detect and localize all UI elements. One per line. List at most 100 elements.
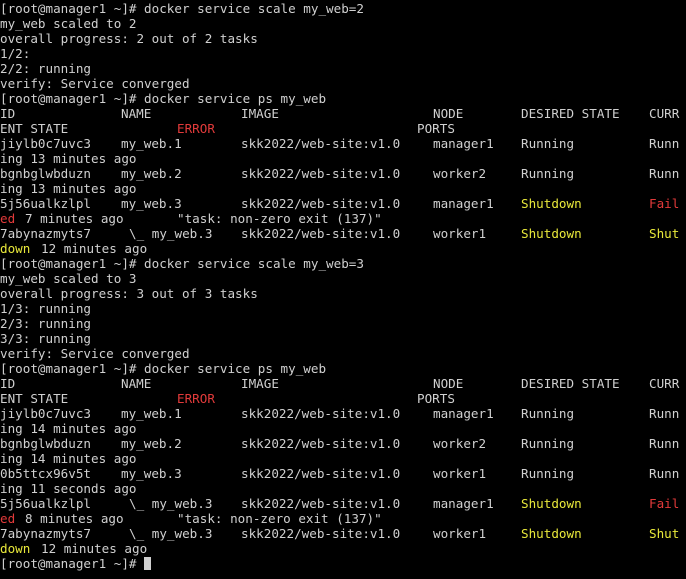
terminal-text: manager1 [433, 406, 494, 421]
terminal-text: Shut [649, 226, 680, 241]
terminal-text: DESIRED STATE [521, 106, 620, 121]
terminal-line: [root@manager1 ~]# [0, 556, 686, 571]
terminal-text: ENT STATE [0, 121, 69, 136]
terminal-text: DESIRED STATE [521, 376, 620, 391]
terminal-text: down [0, 541, 31, 556]
terminal-text: Runn [649, 436, 680, 451]
terminal-text: [root@manager1 ~]# docker service ps my_… [0, 361, 327, 376]
terminal-line: [root@manager1 ~]# docker service ps my_… [0, 361, 686, 376]
terminal-text: CURR [649, 376, 680, 391]
terminal-text: 8 minutes ago [25, 511, 124, 526]
terminal-text: Runn [649, 406, 680, 421]
terminal-text: [root@manager1 ~]# docker service scale … [0, 256, 364, 271]
terminal-line: my_web scaled to 2 [0, 16, 686, 31]
terminal-text: ERROR [177, 391, 215, 406]
terminal-text: ENT STATE [0, 391, 69, 406]
terminal-text: ID [0, 106, 16, 121]
terminal-text: skk2022/web-site:v1.0 [241, 226, 401, 241]
terminal-text: ing 13 minutes ago [0, 181, 137, 196]
terminal-line: down 12 minutes ago [0, 241, 686, 256]
terminal-line: verify: Service converged [0, 346, 686, 361]
terminal-line: 2/2: running [0, 61, 686, 76]
terminal-text: 7abynazmyts7 [0, 226, 91, 241]
terminal-text: worker2 [433, 166, 487, 181]
terminal-line: my_web scaled to 3 [0, 271, 686, 286]
terminal-text: ing 11 seconds ago [0, 481, 137, 496]
terminal-text: Shutdown [521, 526, 582, 541]
terminal-text: NAME [121, 376, 152, 391]
terminal-text: 12 minutes ago [41, 541, 148, 556]
terminal-line: ENT STATE ERROR PORTS [0, 391, 686, 406]
terminal-cursor [144, 557, 152, 570]
terminal-text: NODE [433, 106, 464, 121]
terminal-text: NODE [433, 376, 464, 391]
terminal-text: ID [0, 376, 16, 391]
terminal-line: ing 11 seconds ago [0, 481, 686, 496]
terminal-text: 0b5ttcx96v5t [0, 466, 91, 481]
terminal-text: 12 minutes ago [41, 241, 148, 256]
terminal-line: 7abynazmyts7 \_ my_web.3 skk2022/web-site:… [0, 226, 686, 241]
terminal-text: [root@manager1 ~]# docker service ps my_… [0, 91, 327, 106]
terminal-text: overall progress: 3 out of 3 tasks [0, 286, 258, 301]
terminal-text: Runn [649, 136, 680, 151]
terminal-text: IMAGE [241, 376, 279, 391]
terminal-text: 2/2: running [0, 61, 91, 76]
terminal-text: 7 minutes ago [25, 211, 124, 226]
terminal-line: ing 13 minutes ago [0, 151, 686, 166]
terminal-text: jiylb0c7uvc3 [0, 406, 91, 421]
terminal-text: Shutdown [521, 226, 582, 241]
terminal-text: Fail [649, 496, 680, 511]
terminal-line: bgnbglwbduzn my_web.2 skk2022/web-site:v1.… [0, 166, 686, 181]
terminal-line: verify: Service converged [0, 76, 686, 91]
terminal-line: ID NAME IMAGE NODE DESIRED STATE CURR [0, 376, 686, 391]
terminal-text: PORTS [417, 391, 455, 406]
terminal-line: 1/2: [0, 46, 686, 61]
terminal-text: bgnbglwbduzn [0, 166, 91, 181]
terminal-line: ed 8 minutes ago "task: non-zero exit (137… [0, 511, 686, 526]
terminal-text: Running [521, 436, 575, 451]
terminal-text: verify: Service converged [0, 76, 190, 91]
terminal-text: Running [521, 466, 575, 481]
terminal-line: 0b5ttcx96v5t my_web.3 skk2022/web-site:v1.… [0, 466, 686, 481]
terminal-text: [root@manager1 ~]# [0, 556, 152, 571]
terminal-line: 1/3: running [0, 301, 686, 316]
terminal-line: jiylb0c7uvc3 my_web.1 skk2022/web-site:v1.… [0, 136, 686, 151]
terminal-text: jiylb0c7uvc3 [0, 136, 91, 151]
terminal-text: skk2022/web-site:v1.0 [241, 196, 401, 211]
terminal-text: \_ my_web.3 [129, 226, 213, 241]
terminal-line: ing 13 minutes ago [0, 181, 686, 196]
terminal-text: Running [521, 166, 575, 181]
terminal-text: CURR [649, 106, 680, 121]
terminal-text: \_ my_web.3 [129, 496, 213, 511]
terminal-window[interactable]: [root@manager1 ~]# docker service scale … [0, 0, 686, 579]
terminal-text: manager1 [433, 196, 494, 211]
terminal-line: 5j56ualkzlpl \_ my_web.3 skk2022/web-site:… [0, 496, 686, 511]
terminal-line: jiylb0c7uvc3 my_web.1 skk2022/web-site:v1.… [0, 406, 686, 421]
terminal-line: overall progress: 2 out of 2 tasks [0, 31, 686, 46]
terminal-text: ed [0, 511, 16, 526]
terminal-line: bgnbglwbduzn my_web.2 skk2022/web-site:v1.… [0, 436, 686, 451]
terminal-text: 3/3: running [0, 331, 91, 346]
terminal-text: skk2022/web-site:v1.0 [241, 406, 401, 421]
terminal-text: bgnbglwbduzn [0, 436, 91, 451]
terminal-text: "task: non-zero exit (137)" [177, 211, 382, 226]
terminal-text: Shut [649, 526, 680, 541]
terminal-text: manager1 [433, 496, 494, 511]
terminal-text: worker1 [433, 226, 487, 241]
terminal-text: ing 13 minutes ago [0, 151, 137, 166]
terminal-text: \_ my_web.3 [129, 526, 213, 541]
terminal-text: skk2022/web-site:v1.0 [241, 466, 401, 481]
terminal-line: ENT STATE ERROR PORTS [0, 121, 686, 136]
terminal-line: down 12 minutes ago [0, 541, 686, 556]
terminal-text: worker1 [433, 526, 487, 541]
terminal-text: my_web.1 [121, 136, 182, 151]
terminal-text: Runn [649, 166, 680, 181]
terminal-text: PORTS [417, 121, 455, 136]
terminal-line: ed 7 minutes ago "task: non-zero exit (137… [0, 211, 686, 226]
terminal-text: 7abynazmyts7 [0, 526, 91, 541]
terminal-text: manager1 [433, 136, 494, 151]
terminal-line: [root@manager1 ~]# docker service scale … [0, 1, 686, 16]
terminal-text: worker2 [433, 436, 487, 451]
terminal-line: ID NAME IMAGE NODE DESIRED STATE CURR [0, 106, 686, 121]
terminal-text: 2/3: running [0, 316, 91, 331]
